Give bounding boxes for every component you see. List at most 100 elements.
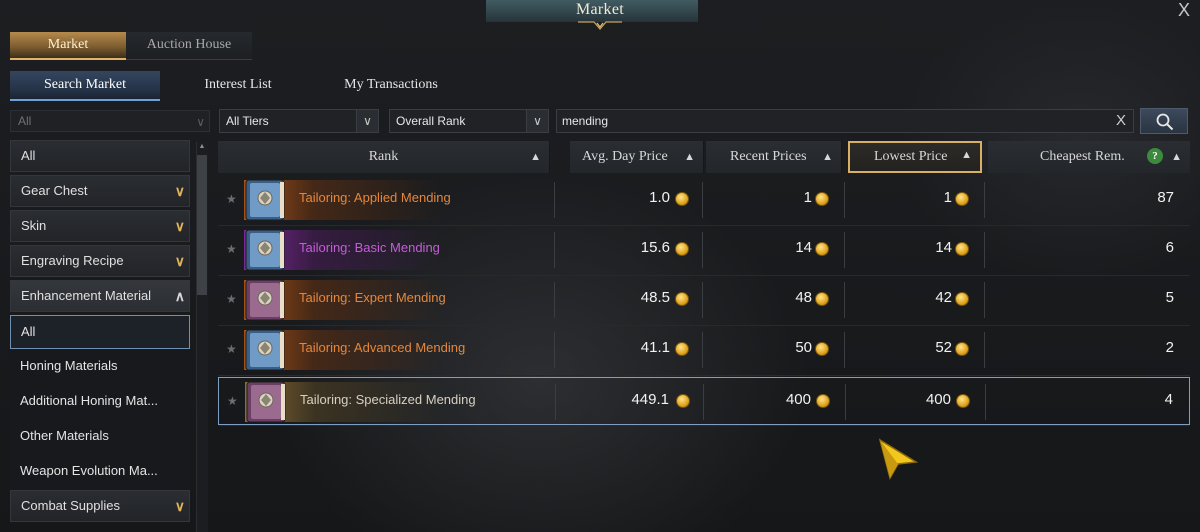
tab-interest-list[interactable]: Interest List: [160, 71, 316, 101]
gold-coin-icon: [815, 242, 829, 256]
category-all[interactable]: All: [10, 140, 190, 172]
chevron-down-icon: ∨: [526, 110, 548, 132]
gold-coin-icon: [675, 292, 689, 306]
column-label: Rank: [368, 149, 399, 164]
subcategory-honing-materials[interactable]: Honing Materials: [10, 350, 190, 384]
column-label: Lowest Price: [874, 149, 948, 164]
category-label: All: [21, 148, 36, 163]
subcategory-other-materials[interactable]: Other Materials: [10, 420, 190, 454]
gold-coin-icon: [676, 394, 690, 408]
lowest-price: 14: [935, 239, 952, 256]
search-input-value: mending: [562, 114, 609, 128]
search-button[interactable]: [1140, 108, 1188, 134]
chevron-down-icon: ∨: [196, 115, 205, 129]
column-lowest-price[interactable]: Lowest Price ▲: [848, 141, 982, 173]
column-avg-day-price[interactable]: Avg. Day Price ▲: [570, 141, 704, 173]
sidebar-scroll-thumb[interactable]: [197, 155, 207, 295]
pin-icon[interactable]: ★: [226, 342, 237, 356]
category-enhancement-material[interactable]: Enhancement Material ∧: [10, 280, 190, 312]
column-label: Cheapest Rem.: [1040, 149, 1125, 164]
sidebar-filter-value: All: [18, 114, 32, 128]
cheapest-remaining: 2: [1165, 339, 1174, 356]
column-divider: [554, 282, 555, 318]
lowest-price: 52: [935, 339, 952, 356]
cheapest-remaining: 4: [1164, 391, 1173, 408]
search-input[interactable]: mending: [556, 109, 1134, 133]
item-name: Tailoring: Expert Mending: [299, 290, 446, 305]
row-divider: [219, 425, 1189, 426]
rank-dropdown[interactable]: Overall Rank ∨: [389, 109, 549, 133]
avg-day-price: 15.6: [640, 239, 670, 256]
sort-ascending-icon: ▲: [530, 151, 541, 163]
pin-icon[interactable]: ★: [226, 192, 237, 206]
search-icon: [1156, 113, 1174, 131]
category-engraving-recipe[interactable]: Engraving Recipe ∨: [10, 245, 190, 277]
column-divider: [984, 282, 985, 318]
column-divider: [702, 332, 703, 368]
item-name: Tailoring: Advanced Mending: [299, 340, 466, 355]
gold-coin-icon: [955, 342, 969, 356]
pin-icon[interactable]: ★: [226, 242, 237, 256]
tab-auction-house[interactable]: Auction House: [126, 32, 252, 60]
lowest-price: 400: [925, 391, 951, 408]
clear-search-button[interactable]: X: [1112, 111, 1130, 131]
subcategory-weapon-evolution[interactable]: Weapon Evolution Ma...: [10, 455, 190, 489]
tier-dropdown[interactable]: All Tiers ∨: [219, 109, 379, 133]
chevron-down-icon: ∨: [174, 218, 185, 234]
blue-book-icon: [242, 328, 288, 372]
sidebar-filter-dropdown[interactable]: All ∨: [10, 110, 210, 132]
column-recent-prices[interactable]: Recent Prices ▲: [706, 141, 842, 173]
close-button[interactable]: X: [1174, 0, 1194, 20]
table-row[interactable]: ★ Tailoring: Basic Mending 15.6 14 14 6: [218, 226, 1190, 276]
subcategory-label: Weapon Evolution Ma...: [20, 463, 158, 478]
top-tabs: Market Auction House: [10, 32, 252, 60]
scroll-up-icon[interactable]: ▲: [198, 143, 206, 151]
category-skin[interactable]: Skin ∨: [10, 210, 190, 242]
subcategory-label: Other Materials: [20, 428, 109, 443]
table-row[interactable]: ★ Tailoring: Applied Mending 1.0 1 1 87: [218, 176, 1190, 226]
column-rank[interactable]: Rank ▲: [218, 141, 550, 173]
gold-coin-icon: [955, 242, 969, 256]
item-name: Tailoring: Specialized Mending: [300, 392, 476, 407]
category-gear-chest[interactable]: Gear Chest ∨: [10, 175, 190, 207]
table-row[interactable]: ★ Tailoring: Specialized Mending 449.1 400 4…: [218, 377, 1190, 426]
avg-day-price: 41.1: [640, 339, 670, 356]
table-row[interactable]: ★ Tailoring: Advanced Mending 41.1 50 52 2: [218, 326, 1190, 376]
category-label: Skin: [21, 218, 47, 233]
help-icon[interactable]: ?: [1147, 148, 1163, 164]
gold-coin-icon: [955, 192, 969, 206]
gold-coin-icon: [955, 292, 969, 306]
chevron-down-icon: ∨: [356, 110, 378, 132]
column-divider: [844, 332, 845, 368]
tab-search-market[interactable]: Search Market: [10, 71, 160, 101]
chevron-down-icon: ∨: [174, 498, 185, 514]
lowest-price: 1: [943, 189, 952, 206]
cheapest-remaining: 87: [1157, 189, 1174, 206]
column-cheapest-remaining[interactable]: Cheapest Rem. ? ▲: [988, 141, 1190, 173]
table-row[interactable]: ★ Tailoring: Expert Mending 48.5 48 42 5: [218, 276, 1190, 326]
purple-book-icon: [243, 380, 289, 424]
column-divider: [984, 332, 985, 368]
pin-icon[interactable]: ★: [226, 292, 237, 306]
column-divider: [984, 182, 985, 218]
subcategory-all[interactable]: All: [10, 315, 190, 349]
category-label: Combat Supplies: [21, 498, 120, 513]
tab-my-transactions[interactable]: My Transactions: [316, 71, 466, 101]
tab-market[interactable]: Market: [10, 32, 126, 60]
rank-dropdown-value: Overall Rank: [396, 114, 466, 128]
column-divider: [703, 384, 704, 420]
gold-coin-icon: [675, 242, 689, 256]
subcategory-additional-honing[interactable]: Additional Honing Mat...: [10, 385, 190, 419]
gold-coin-icon: [675, 192, 689, 206]
table-header: Rank ▲ Avg. Day Price ▲ Recent Prices ▲ …: [218, 141, 1190, 173]
recent-price: 14: [795, 239, 812, 256]
item-name: Tailoring: Applied Mending: [299, 190, 451, 205]
column-divider: [554, 332, 555, 368]
category-combat-supplies[interactable]: Combat Supplies ∨: [10, 490, 190, 522]
blue-book-icon: [242, 178, 288, 222]
column-divider: [702, 282, 703, 318]
title-bar: Market X: [0, 0, 1200, 30]
gold-coin-icon: [815, 342, 829, 356]
pin-icon[interactable]: ★: [227, 394, 238, 408]
sort-ascending-icon: ▲: [961, 149, 972, 161]
